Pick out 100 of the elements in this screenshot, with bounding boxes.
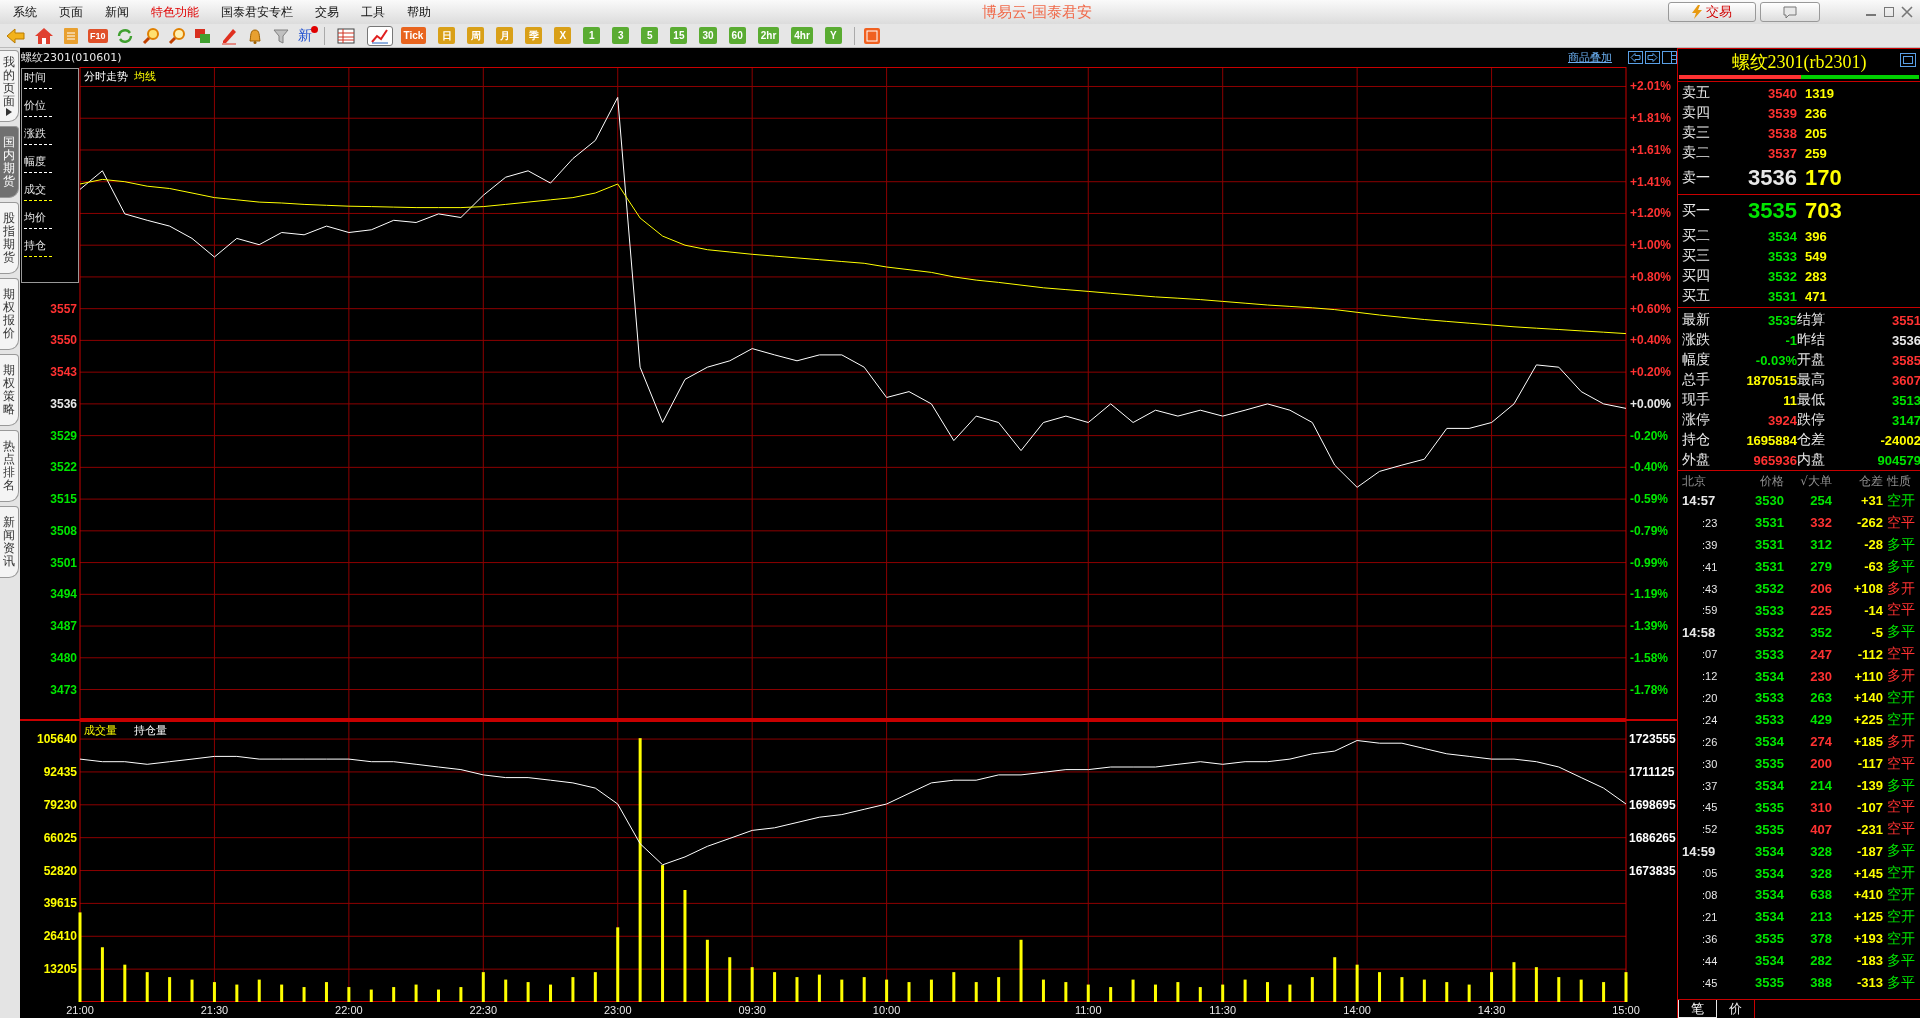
price-axis-label: 3536 — [50, 396, 77, 411]
volume-axis-label: 52820 — [43, 863, 77, 878]
trade-time: :44 — [1701, 954, 1719, 967]
menu-item[interactable]: 页面 — [48, 0, 94, 24]
period-button[interactable]: Tick — [400, 27, 427, 44]
trade-type: 多平 — [1886, 776, 1916, 795]
time-axis-label: 21:00 — [66, 1004, 94, 1016]
trade-volume: 225 — [1809, 602, 1832, 618]
price-axis-label: 3480 — [50, 650, 77, 665]
instrument-title: 螺纹2301(rb2301) — [1731, 51, 1867, 74]
chat-button[interactable] — [1760, 2, 1820, 22]
layout-icon[interactable] — [1662, 51, 1677, 64]
volume-bar — [795, 977, 799, 1002]
back-arrow-icon[interactable] — [6, 26, 26, 45]
stat-value: 904579 — [1876, 452, 1920, 468]
period-button[interactable]: 3 — [612, 27, 630, 44]
legend-label: 均线 — [134, 70, 156, 83]
home-icon[interactable] — [34, 26, 54, 45]
side-tab[interactable]: 热点排名 — [0, 430, 19, 502]
zoom-in-icon[interactable] — [141, 26, 160, 45]
volume-bar — [235, 984, 239, 1002]
trade-type: 空开 — [1886, 907, 1916, 926]
open-interest-change: -117 — [1856, 756, 1883, 772]
volume-bar — [145, 972, 149, 1002]
period-button[interactable]: 30 — [699, 27, 717, 44]
trade-time: :26 — [1701, 735, 1719, 748]
trade-type: 多平 — [1886, 973, 1916, 992]
tab[interactable]: 笔 — [1678, 1000, 1717, 1018]
volume-bar — [1041, 979, 1045, 1002]
zoom-out-icon[interactable] — [167, 26, 186, 45]
menu-item[interactable]: 国泰君安专栏 — [210, 0, 304, 24]
close-icon[interactable] — [1900, 6, 1914, 18]
table-icon — [336, 27, 355, 44]
side-tab[interactable]: 期权策略 — [0, 354, 19, 426]
menu-item[interactable]: 工具 — [350, 0, 396, 24]
filter-icon[interactable] — [271, 26, 290, 45]
trade-price: 3533 — [1754, 712, 1784, 728]
news-button[interactable]: 新 — [297, 26, 316, 45]
maximize-icon[interactable] — [1882, 6, 1896, 18]
trade-price: 3530 — [1754, 493, 1784, 509]
menu-item[interactable]: 系统 — [2, 0, 48, 24]
column-header: 北京 — [1682, 472, 1707, 490]
price-axis-label: 3522 — [50, 460, 77, 475]
column-header: 价格 — [1759, 472, 1784, 490]
period-button[interactable]: Y — [824, 27, 842, 44]
period-button[interactable]: 1 — [583, 27, 601, 44]
trade-price: 3535 — [1754, 975, 1784, 991]
price-axis-label: 3515 — [50, 492, 77, 507]
side-tab[interactable]: 我的页面 — [0, 50, 19, 122]
trade-time: :36 — [1701, 932, 1719, 945]
volume-bar — [840, 979, 844, 1002]
stat-label: 结算 — [1797, 311, 1826, 329]
order-level-label: 卖二 — [1681, 144, 1711, 162]
trade-volume: 378 — [1809, 931, 1832, 947]
chart-view-button[interactable] — [366, 25, 393, 46]
side-tab[interactable]: 期权报价 — [0, 278, 19, 350]
squares-icon[interactable] — [193, 26, 212, 45]
side-tab[interactable]: 新闻资讯 — [0, 506, 19, 578]
volume-bar — [1154, 984, 1157, 1002]
tab[interactable]: 价 — [1717, 1000, 1755, 1018]
pen-icon[interactable] — [219, 26, 238, 45]
overlay-link[interactable]: 商品叠加 — [1568, 50, 1612, 65]
percent-axis-label: -1.78% — [1630, 682, 1669, 697]
time-axis-label: 11:00 — [1074, 1004, 1102, 1016]
trade-type: 空平 — [1886, 513, 1916, 532]
trade-time: :23 — [1701, 516, 1719, 529]
refresh-icon[interactable] — [115, 26, 134, 45]
left-arrow-icon[interactable] — [1628, 51, 1643, 64]
open-interest-change: -107 — [1855, 799, 1883, 815]
order-price: 3535 — [1747, 198, 1797, 224]
trade-button[interactable]: 交易 — [1668, 2, 1756, 22]
menu-item[interactable]: 特色功能 — [140, 0, 210, 24]
legend-label: 分时走势 — [84, 70, 128, 83]
trade-price: 3534 — [1754, 909, 1784, 925]
period-button[interactable]: 15 — [670, 27, 688, 44]
trade-volume: 206 — [1809, 581, 1832, 596]
trade-time: :52 — [1701, 823, 1719, 836]
grid-icon[interactable] — [862, 26, 881, 45]
lightning-icon — [1692, 5, 1702, 19]
menu-item[interactable]: 帮助 — [396, 0, 442, 24]
maximize-icon[interactable] — [1900, 53, 1916, 67]
period-button[interactable]: 4hr — [791, 27, 813, 44]
percent-axis-label: +0.20% — [1630, 365, 1672, 380]
menu-item[interactable]: 新闻 — [94, 0, 140, 24]
menu-item[interactable]: 交易 — [304, 0, 350, 24]
trade-type: 空平 — [1886, 820, 1916, 839]
period-button[interactable]: 5 — [641, 27, 659, 44]
stat-label: 跌停 — [1797, 411, 1826, 429]
open-interest-change: -63 — [1863, 559, 1883, 575]
trade-price: 3533 — [1754, 646, 1784, 662]
price-axis-label: 3487 — [50, 619, 77, 634]
open-interest-change: +108 — [1852, 581, 1883, 596]
side-tab[interactable]: 国内期货 — [0, 126, 19, 198]
side-tab[interactable]: 股指期货 — [0, 202, 19, 274]
trade-time: :21 — [1701, 910, 1719, 923]
trade-time: 14:58 — [1682, 624, 1717, 640]
right-arrow-icon[interactable] — [1645, 51, 1660, 64]
period-button[interactable]: 60 — [728, 27, 746, 44]
period-button[interactable]: 2hr — [757, 27, 780, 44]
f10-button[interactable]: F10 — [88, 28, 108, 43]
